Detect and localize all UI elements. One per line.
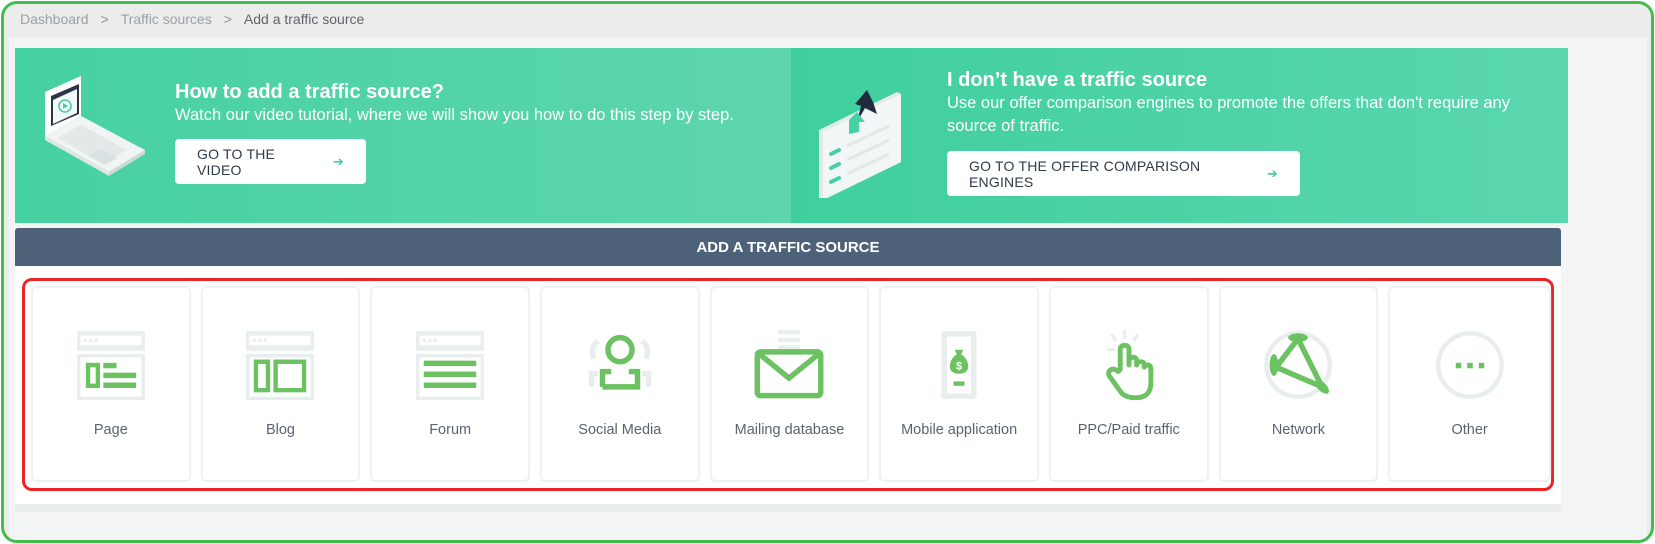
go-to-comparison-engines-label: GO TO THE OFFER COMPARISON ENGINES [969, 157, 1201, 190]
video-banner-text: How to add a traffic source? Watch our v… [175, 80, 734, 127]
source-label: Forum [429, 422, 472, 438]
list-cursor-icon [819, 90, 901, 198]
source-card-ppc-paid-traffic[interactable]: PPC/Paid traffic [1048, 286, 1209, 482]
section-header: ADD A TRAFFIC SOURCE [15, 228, 1561, 266]
social-user-icon [588, 334, 651, 390]
source-label: Blog [265, 422, 295, 438]
svg-text:$: $ [956, 360, 962, 372]
section-title: ADD A TRAFFIC SOURCE [696, 238, 880, 256]
comparison-banner-text: I don’t have a traffic source Use our of… [947, 68, 1547, 138]
source-card-other[interactable]: Other [1388, 286, 1552, 482]
page-layout-icon [76, 331, 145, 400]
video-banner-title: How to add a traffic source? [175, 81, 444, 103]
source-card-network[interactable]: Network [1218, 286, 1379, 482]
source-label: Page [93, 422, 128, 438]
breadcrumb-dashboard[interactable]: Dashboard [20, 11, 89, 27]
source-label: Other [1451, 422, 1488, 438]
source-label: Mailing database [734, 422, 845, 438]
breadcrumb-traffic-sources[interactable]: Traffic sources [121, 11, 212, 27]
comparison-engines-banner: I don’t have a traffic source Use our of… [791, 48, 1568, 223]
source-card-mailing-database[interactable]: Mailing database [709, 286, 870, 482]
go-to-comparison-engines-button[interactable]: GO TO THE OFFER COMPARISON ENGINES ➔ [947, 151, 1300, 196]
breadcrumb-separator: > [100, 11, 109, 27]
comparison-banner-description: Use our offer comparison engines to prom… [947, 94, 1510, 135]
video-tutorial-banner: How to add a traffic source? Watch our v… [15, 48, 791, 223]
source-label: PPC/Paid traffic [1077, 422, 1180, 438]
comparison-banner-title: I don’t have a traffic source [947, 69, 1208, 91]
video-banner-description: Watch our video tutorial, where we will … [175, 106, 734, 124]
more-dots-icon [1435, 331, 1504, 399]
app-frame: Dashboard > Traffic sources > Add a traf… [1, 1, 1654, 543]
breadcrumb: Dashboard > Traffic sources > Add a traf… [20, 9, 364, 29]
breadcrumb-separator: > [223, 11, 232, 27]
arrow-right-icon: ➔ [1266, 165, 1278, 181]
go-to-video-label: GO TO THE VIDEO [197, 145, 276, 178]
breadcrumb-current: Add a traffic source [243, 11, 365, 27]
source-card-page[interactable]: Page [31, 286, 191, 482]
mobile-money-icon: $ [941, 331, 977, 399]
source-label: Network [1271, 422, 1326, 438]
source-card-social-media[interactable]: Social Media [539, 286, 700, 482]
pointer-click-icon [1105, 330, 1154, 400]
arrow-right-icon: ➔ [332, 153, 344, 169]
source-label: Social Media [578, 422, 662, 438]
source-card-blog[interactable]: Blog [200, 286, 361, 482]
source-card-mobile-application[interactable]: $ Mobile application [879, 286, 1039, 482]
blog-layout-icon [246, 331, 315, 400]
forum-layout-icon [416, 331, 485, 400]
source-label: Mobile application [901, 422, 1018, 438]
traffic-source-panel: Page Blog Forum Social Media Mailing dat… [15, 266, 1561, 504]
envelope-icon [755, 330, 824, 399]
main-content: How to add a traffic source? Watch our v… [9, 38, 1647, 540]
laptop-play-icon [45, 76, 145, 176]
network-icon [1264, 331, 1333, 399]
source-card-forum[interactable]: Forum [370, 286, 530, 482]
panel-footer [15, 504, 1561, 512]
go-to-video-button[interactable]: GO TO THE VIDEO ➔ [175, 139, 366, 184]
traffic-source-grid: Page Blog Forum Social Media Mailing dat… [31, 286, 1552, 482]
